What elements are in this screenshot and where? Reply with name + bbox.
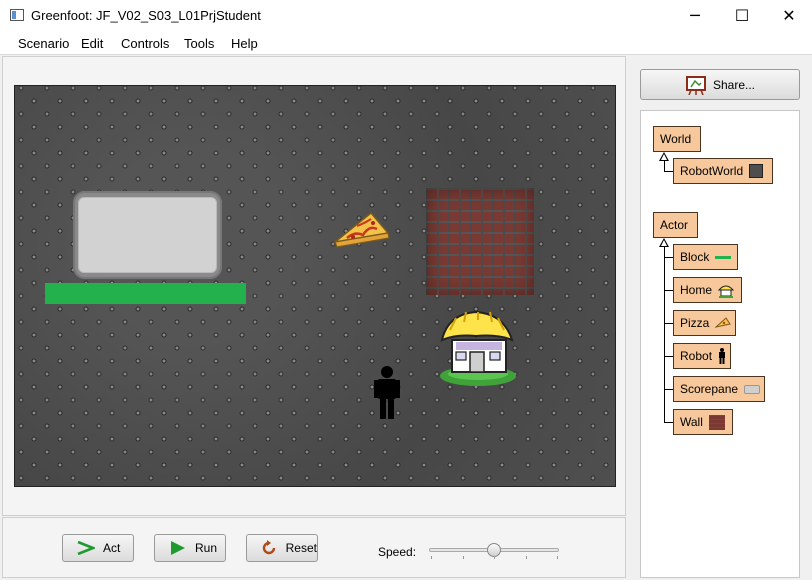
close-button[interactable]: ✕ (766, 0, 812, 31)
scorepane-actor[interactable] (73, 191, 222, 279)
block-thumbnail-icon (715, 255, 732, 259)
window-title: Greenfoot: JF_V02_S03_L01PrjStudent (31, 8, 261, 23)
robot-actor[interactable] (374, 365, 400, 419)
tree-connector (664, 171, 673, 172)
tree-connector (664, 246, 665, 422)
act-label: Act (103, 541, 121, 555)
class-robotworld-label: RobotWorld (680, 164, 744, 178)
tree-connector (664, 323, 673, 324)
class-block-label: Block (680, 250, 710, 264)
class-scorepane[interactable]: Scorepane (673, 376, 765, 402)
class-robot-label: Robot (680, 349, 713, 363)
run-button[interactable]: Run (154, 534, 226, 562)
share-button[interactable]: Share... (640, 69, 800, 100)
menu-edit[interactable]: Edit (81, 36, 103, 51)
tree-connector (664, 389, 673, 390)
tree-connector (664, 422, 673, 423)
scorepane-thumbnail-icon (744, 384, 761, 394)
class-pizza[interactable]: Pizza (673, 310, 736, 336)
slider-tick (494, 556, 495, 559)
class-actor-label: Actor (660, 218, 689, 232)
class-scorepane-label: Scorepane (680, 382, 739, 396)
greenfoot-app-icon (10, 9, 24, 21)
menu-bar: Scenario Edit Controls Tools Help (0, 31, 812, 55)
act-icon (75, 540, 97, 556)
class-wall[interactable]: Wall (673, 409, 733, 435)
speed-slider-thumb[interactable] (487, 543, 501, 557)
class-wall-label: Wall (680, 415, 703, 429)
class-robot[interactable]: Robot (673, 343, 731, 369)
maximize-button[interactable]: ☐ (719, 0, 765, 31)
reset-icon (259, 540, 280, 556)
tree-connector (664, 160, 665, 171)
minimize-button[interactable]: ─ (672, 0, 718, 31)
wall-actor[interactable] (426, 188, 534, 295)
slider-tick (431, 556, 432, 559)
tree-connector (664, 290, 673, 291)
class-actor[interactable]: Actor (653, 212, 698, 238)
pizza-thumbnail-icon (715, 317, 732, 328)
play-icon (167, 540, 189, 556)
class-robotworld[interactable]: RobotWorld (673, 158, 773, 184)
class-home[interactable]: Home (673, 277, 742, 303)
wall-thumbnail-icon (708, 414, 725, 430)
slider-tick (526, 556, 527, 559)
run-label: Run (195, 541, 218, 555)
slider-tick (557, 556, 558, 559)
home-thumbnail-icon (718, 285, 735, 298)
robotworld-thumbnail-icon (749, 164, 764, 178)
reset-label: Reset (285, 541, 317, 555)
tree-connector (664, 356, 673, 357)
share-easel-icon (685, 75, 706, 95)
tree-connector (664, 257, 673, 258)
menu-controls[interactable]: Controls (121, 36, 169, 51)
title-bar: Greenfoot: JF_V02_S03_L01PrjStudent ─ ☐ … (0, 0, 812, 31)
pizza-actor[interactable] (333, 211, 391, 251)
reset-button[interactable]: Reset (246, 534, 318, 562)
class-world-label: World (660, 132, 692, 146)
block-actor[interactable] (45, 283, 246, 304)
slider-tick (463, 556, 464, 559)
class-world[interactable]: World (653, 126, 701, 152)
class-block[interactable]: Block (673, 244, 738, 270)
menu-help[interactable]: Help (231, 36, 258, 51)
act-button[interactable]: Act (62, 534, 134, 562)
class-home-label: Home (680, 283, 713, 297)
class-pizza-label: Pizza (680, 316, 710, 330)
home-actor[interactable] (436, 306, 518, 390)
robot-thumbnail-icon (719, 348, 726, 364)
share-label: Share... (712, 77, 756, 92)
menu-tools[interactable]: Tools (184, 36, 214, 51)
menu-scenario[interactable]: Scenario (18, 36, 69, 51)
speed-label: Speed: (378, 545, 417, 559)
